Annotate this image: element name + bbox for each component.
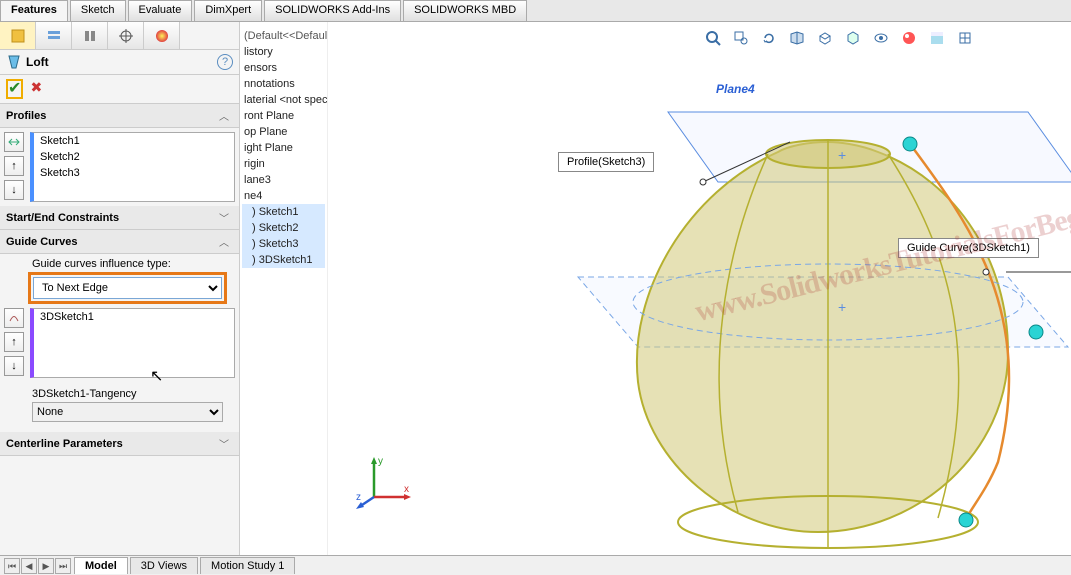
tree-sketch-item[interactable]: ) 3DSketch1 xyxy=(242,252,325,268)
callout-profile[interactable]: Profile(Sketch3) xyxy=(558,152,654,172)
list-item[interactable]: Sketch1 xyxy=(34,133,234,149)
tree-item[interactable]: op Plane xyxy=(242,124,325,140)
move-up-button[interactable]: ↑ xyxy=(4,332,24,352)
list-item[interactable]: Sketch3 xyxy=(34,165,234,181)
bottom-tab-motion-study[interactable]: Motion Study 1 xyxy=(200,557,295,574)
profile-direction-icon[interactable] xyxy=(4,132,24,152)
property-manager: Loft ? ✔ ✖ Profiles ︿ ↑ ↓ Sketch1 Sket xyxy=(0,22,240,555)
tree-sketch-item[interactable]: ) Sketch2 xyxy=(242,220,325,236)
hide-show-icon[interactable] xyxy=(869,26,893,50)
config-manager-tab-icon[interactable] xyxy=(72,22,108,49)
tab-nav-next-icon[interactable]: ▶ xyxy=(38,558,54,574)
tab-addins[interactable]: SOLIDWORKS Add-Ins xyxy=(264,0,401,21)
bottom-tab-3dviews[interactable]: 3D Views xyxy=(130,557,198,574)
svg-text:+: + xyxy=(838,147,846,163)
help-icon[interactable]: ? xyxy=(217,54,233,70)
cancel-button[interactable]: ✖ xyxy=(27,79,45,97)
edit-appearance-icon[interactable] xyxy=(897,26,921,50)
tree-sketch-item[interactable]: ) Sketch1 xyxy=(242,204,325,220)
orientation-triad[interactable]: y x z xyxy=(354,452,414,515)
heads-up-view-toolbar xyxy=(697,22,981,54)
display-manager-tab-icon[interactable] xyxy=(144,22,180,49)
feature-title: Loft xyxy=(26,55,217,69)
feature-manager-tab-icon[interactable] xyxy=(0,22,36,49)
tab-mbd[interactable]: SOLIDWORKS MBD xyxy=(403,0,527,21)
section-view-icon[interactable] xyxy=(785,26,809,50)
confirm-row: ✔ ✖ xyxy=(0,75,239,104)
tree-item[interactable]: nnotations xyxy=(242,76,325,92)
chevron-down-icon: ﹀ xyxy=(219,210,233,225)
centerline-section-header[interactable]: Centerline Parameters ﹀ xyxy=(0,432,239,456)
tree-item[interactable]: ne4 xyxy=(242,188,325,204)
chevron-up-icon: ︿ xyxy=(219,234,233,249)
feature-header: Loft ? xyxy=(0,50,239,75)
tab-features[interactable]: Features xyxy=(0,0,68,21)
tree-item[interactable]: rigin xyxy=(242,156,325,172)
svg-text:z: z xyxy=(356,492,361,503)
view-settings-icon[interactable] xyxy=(953,26,977,50)
loft-feature-icon xyxy=(6,54,22,70)
move-down-button[interactable]: ↓ xyxy=(4,356,24,376)
profiles-list[interactable]: Sketch1 Sketch2 Sketch3 xyxy=(30,132,235,202)
ok-button[interactable]: ✔ xyxy=(8,80,21,97)
apply-scene-icon[interactable] xyxy=(925,26,949,50)
guide-section-label: Guide Curves xyxy=(6,236,219,248)
profiles-section-label: Profiles xyxy=(6,110,219,122)
guide-tangency-select[interactable]: None xyxy=(32,402,223,422)
chevron-down-icon: ﹀ xyxy=(219,436,233,451)
bottom-tab-model[interactable]: Model xyxy=(74,557,128,574)
list-item[interactable]: Sketch2 xyxy=(34,149,234,165)
previous-view-icon[interactable] xyxy=(757,26,781,50)
zoom-fit-icon[interactable] xyxy=(701,26,725,50)
manager-tab-strip xyxy=(0,22,239,50)
bottom-tab-bar: ⏮ ◀ ▶ ⏭ Model 3D Views Motion Study 1 xyxy=(0,555,1071,575)
svg-text:x: x xyxy=(404,484,409,495)
callout-guide-curve[interactable]: Guide Curve(3DSketch1) xyxy=(898,238,1039,258)
move-up-button[interactable]: ↑ xyxy=(4,156,24,176)
property-manager-tab-icon[interactable] xyxy=(36,22,72,49)
dimxpert-manager-tab-icon[interactable] xyxy=(108,22,144,49)
guide-section-header[interactable]: Guide Curves ︿ xyxy=(0,230,239,254)
tab-nav-last-icon[interactable]: ⏭ xyxy=(55,558,71,574)
tab-evaluate[interactable]: Evaluate xyxy=(128,0,193,21)
tree-item[interactable]: listory xyxy=(242,44,325,60)
list-item[interactable]: 3DSketch1 xyxy=(34,309,234,325)
tree-item[interactable]: laterial <not specified> xyxy=(242,92,325,108)
guide-direction-icon[interactable] xyxy=(4,308,24,328)
view-orientation-icon[interactable] xyxy=(813,26,837,50)
move-down-button[interactable]: ↓ xyxy=(4,180,24,200)
svg-text:+: + xyxy=(838,299,846,315)
tree-sketch-item[interactable]: ) Sketch3 xyxy=(242,236,325,252)
display-style-icon[interactable] xyxy=(841,26,865,50)
feature-tree-flyout: (Default<<Default>_Display State ... lis… xyxy=(240,22,328,555)
tree-item[interactable]: ensors xyxy=(242,60,325,76)
tab-sketch[interactable]: Sketch xyxy=(70,0,126,21)
display-state-node[interactable]: (Default<<Default>_Display State ... xyxy=(242,28,325,44)
tree-item[interactable]: ight Plane xyxy=(242,140,325,156)
startend-section-label: Start/End Constraints xyxy=(6,212,219,224)
zoom-area-icon[interactable] xyxy=(729,26,753,50)
svg-text:y: y xyxy=(378,456,383,467)
startend-section-header[interactable]: Start/End Constraints ﹀ xyxy=(0,206,239,230)
centerline-section-label: Centerline Parameters xyxy=(6,438,219,450)
graphics-viewport[interactable]: + + Plane4 Profile(Sketch3) Guide Curve(… xyxy=(328,22,1071,555)
profiles-section-header[interactable]: Profiles ︿ xyxy=(0,104,239,128)
guide-influence-label: Guide curves influence type: xyxy=(0,254,239,272)
guide-curves-list[interactable]: 3DSketch1 xyxy=(30,308,235,378)
guide-tangency-label: 3DSketch1-Tangency xyxy=(0,382,239,402)
guide-influence-select[interactable]: To Next Edge xyxy=(33,277,222,299)
tab-nav-first-icon[interactable]: ⏮ xyxy=(4,558,20,574)
tree-item[interactable]: ront Plane xyxy=(242,108,325,124)
tree-item[interactable]: lane3 xyxy=(242,172,325,188)
guide-influence-highlight: To Next Edge xyxy=(28,272,227,304)
plane-label-top: Plane4 xyxy=(716,82,755,96)
tab-dimxpert[interactable]: DimXpert xyxy=(194,0,262,21)
command-manager-tabs: Features Sketch Evaluate DimXpert SOLIDW… xyxy=(0,0,1071,22)
tab-nav-prev-icon[interactable]: ◀ xyxy=(21,558,37,574)
chevron-up-icon: ︿ xyxy=(219,108,233,123)
